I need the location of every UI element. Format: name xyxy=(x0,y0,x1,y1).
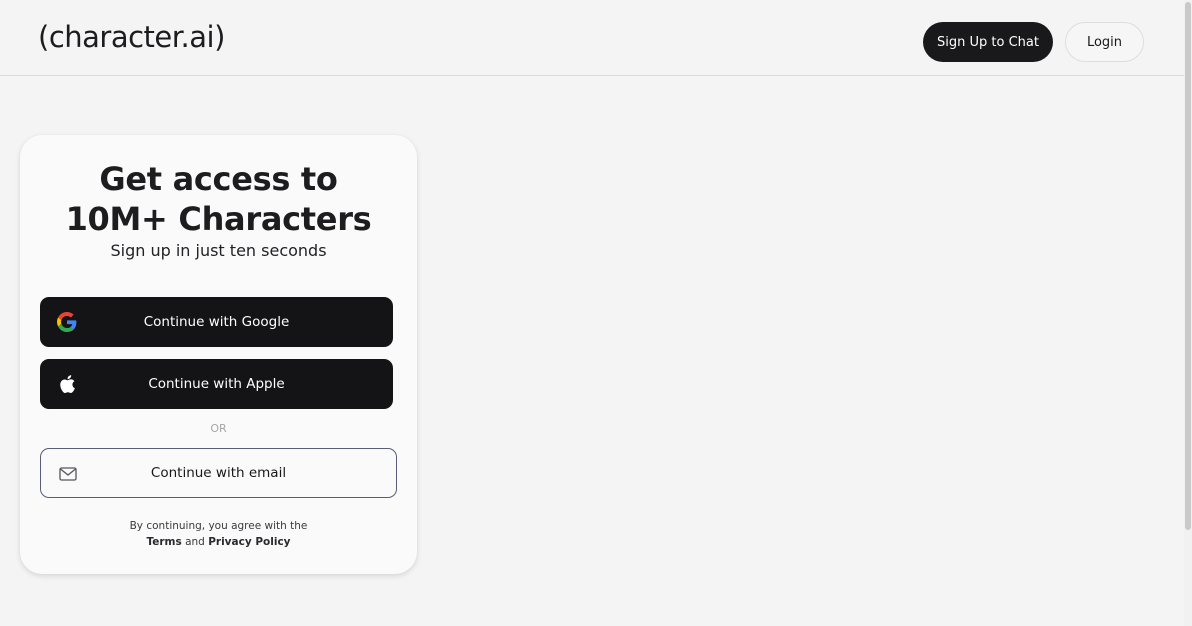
legal-links: Terms and Privacy Policy xyxy=(20,534,417,550)
scrollbar-thumb[interactable] xyxy=(1185,2,1191,530)
continue-with-apple-button[interactable]: Continue with Apple xyxy=(40,359,393,409)
legal-notice: By continuing, you agree with the Terms … xyxy=(20,518,417,550)
legal-and: and xyxy=(185,536,205,548)
signup-headline: Get access to 10M+ Characters xyxy=(20,159,417,239)
apple-icon xyxy=(57,374,77,394)
continue-with-email-button[interactable]: Continue with email xyxy=(40,448,397,498)
or-divider: OR xyxy=(210,422,227,435)
legal-prefix: By continuing, you agree with the xyxy=(129,520,308,532)
terms-link[interactable]: Terms xyxy=(146,536,181,548)
privacy-policy-link[interactable]: Privacy Policy xyxy=(208,536,290,548)
email-button-label: Continue with email xyxy=(150,465,287,481)
mail-icon xyxy=(58,464,78,484)
login-button[interactable]: Login xyxy=(1065,22,1144,62)
continue-with-google-button[interactable]: Continue with Google xyxy=(40,297,393,347)
signup-subheading: Sign up in just ten seconds xyxy=(110,241,327,260)
logo[interactable]: (character.ai) xyxy=(38,20,225,54)
sign-up-to-chat-button[interactable]: Sign Up to Chat xyxy=(923,22,1053,62)
headline-line-1: Get access to xyxy=(99,160,338,198)
headline-line-2: 10M+ Characters xyxy=(65,200,372,238)
page-scrollbar[interactable] xyxy=(1184,0,1192,626)
google-icon xyxy=(57,312,77,332)
top-bar: (character.ai) Sign Up to Chat Login xyxy=(0,0,1184,76)
signup-card: Get access to 10M+ Characters Sign up in… xyxy=(20,135,417,574)
google-button-label: Continue with Google xyxy=(143,314,290,330)
apple-button-label: Continue with Apple xyxy=(148,376,285,392)
